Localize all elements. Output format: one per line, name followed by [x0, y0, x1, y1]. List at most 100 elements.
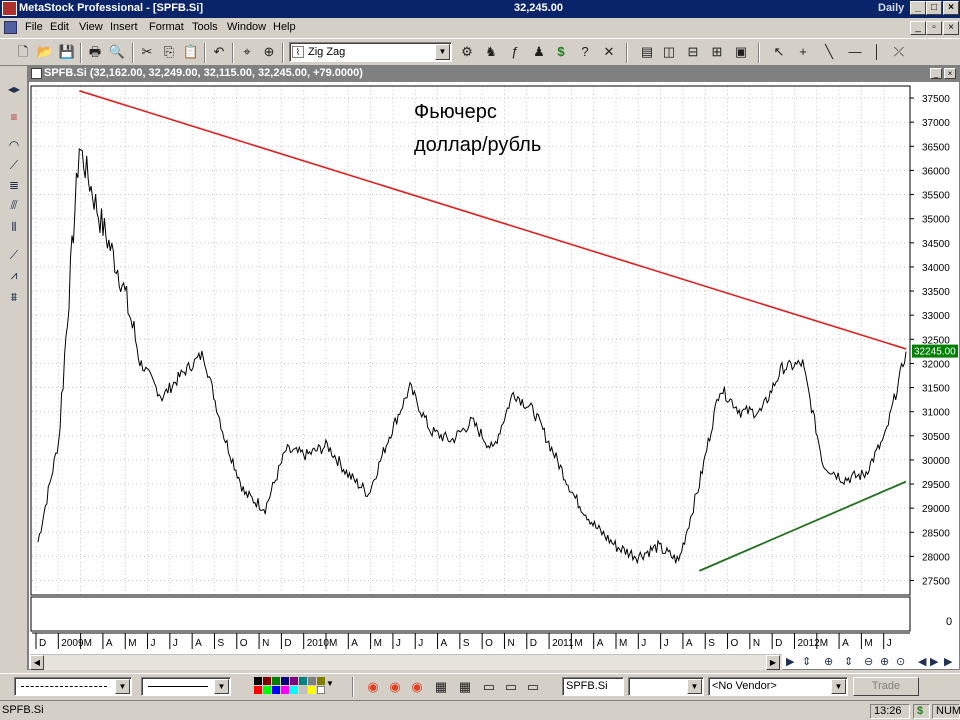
- vendor-select[interactable]: <No Vendor> ▼: [708, 677, 848, 696]
- scroll-next-icon[interactable]: ▶: [786, 655, 794, 668]
- palette-chevron-down-icon[interactable]: ▼: [326, 679, 334, 688]
- chevron-down-icon[interactable]: ▼: [115, 679, 130, 694]
- trade-button[interactable]: Trade: [853, 677, 919, 696]
- vertical-line-icon[interactable]: │: [868, 43, 886, 61]
- layout-icon-2[interactable]: ▭: [502, 678, 520, 696]
- page-left-icon[interactable]: ◀: [918, 655, 926, 668]
- fan-icon[interactable]: ⟋: [4, 156, 24, 174]
- explorer-icon[interactable]: ?: [576, 43, 594, 61]
- jump-end-icon[interactable]: ▶: [944, 655, 952, 668]
- zoom-in-icon[interactable]: ⊕: [824, 655, 833, 668]
- regression-icon[interactable]: ⫻: [4, 196, 24, 214]
- maximize-button[interactable]: □: [926, 1, 942, 15]
- tile-grid-icon[interactable]: ⊞: [708, 43, 726, 61]
- swatch-olive[interactable]: [317, 677, 325, 685]
- zoom-full-icon[interactable]: ⊙: [896, 655, 905, 668]
- scroll-arrows-icon[interactable]: ◂▸: [4, 80, 24, 98]
- swatch-yellow[interactable]: [308, 686, 316, 694]
- chrome-icon-2[interactable]: ◉: [386, 678, 404, 696]
- menu-file[interactable]: File: [25, 21, 43, 33]
- swatch-purple[interactable]: [290, 677, 298, 685]
- indicator-builder-icon[interactable]: ⚙: [458, 43, 476, 61]
- swatch-red[interactable]: [254, 686, 262, 694]
- formula-icon[interactable]: ƒ: [506, 43, 524, 61]
- app-icon[interactable]: [2, 1, 17, 16]
- close-button[interactable]: ×: [943, 1, 959, 15]
- calendar-icon-1[interactable]: ▦: [432, 678, 450, 696]
- zoom-reset-icon[interactable]: ⊕: [880, 655, 889, 668]
- chart-minimize-button[interactable]: _: [930, 68, 942, 79]
- menu-help[interactable]: Help: [273, 21, 296, 33]
- calendar-icon-2[interactable]: ▦: [456, 678, 474, 696]
- system-tester-icon[interactable]: ♟: [530, 43, 548, 61]
- undo-icon[interactable]: ↶: [210, 43, 228, 61]
- new-document-icon[interactable]: 🗋: [14, 43, 32, 61]
- tools-icon[interactable]: ✕: [600, 43, 618, 61]
- menu-format[interactable]: Format: [149, 21, 184, 33]
- chevron-down-icon[interactable]: ▼: [687, 679, 702, 694]
- swatch-blue[interactable]: [272, 686, 280, 694]
- swatch-lime[interactable]: [263, 686, 271, 694]
- retracement-icon[interactable]: ≣: [4, 176, 24, 194]
- chrome-icon-1[interactable]: ◉: [364, 678, 382, 696]
- color-palette[interactable]: ▼: [254, 677, 334, 695]
- price-chart[interactable]: 27500 28000 28500 29000 29500 30000 30500 31000…: [28, 82, 960, 670]
- delete-objects-icon[interactable]: ⤫: [890, 43, 908, 61]
- layout-icon-3[interactable]: ▭: [524, 678, 542, 696]
- swatch-maroon[interactable]: [263, 677, 271, 685]
- zoom-icon[interactable]: ⊕: [260, 43, 278, 61]
- chrome-icon-3[interactable]: ◉: [408, 678, 426, 696]
- chart-scrollbar[interactable]: ◀ ▶: [30, 654, 782, 670]
- menu-tools[interactable]: Tools: [192, 21, 218, 33]
- swatch-silver[interactable]: [299, 686, 307, 694]
- horizontal-line-icon[interactable]: —: [846, 43, 864, 61]
- zoom-out-icon[interactable]: ⊖: [864, 655, 873, 668]
- menu-edit[interactable]: Edit: [50, 21, 69, 33]
- cut-icon[interactable]: ✂: [138, 43, 156, 61]
- window-options-icon[interactable]: ▣: [732, 43, 750, 61]
- line-studies-icon[interactable]: ≡: [4, 108, 24, 126]
- pointer-icon[interactable]: ↖: [770, 43, 788, 61]
- tile-horizontal-icon[interactable]: ⊟: [684, 43, 702, 61]
- cascade-icon[interactable]: ▤: [638, 43, 656, 61]
- swatch-navy[interactable]: [281, 677, 289, 685]
- layout-icon-1[interactable]: ▭: [480, 678, 498, 696]
- menu-view[interactable]: View: [79, 21, 103, 33]
- swatch-magenta[interactable]: [281, 686, 289, 694]
- swatch-gray[interactable]: [308, 677, 316, 685]
- scroll-left-icon[interactable]: ◀: [30, 655, 44, 670]
- line-weight-select[interactable]: ▼: [141, 677, 231, 696]
- print-icon[interactable]: 🖶: [86, 43, 104, 61]
- mdi-restore-button[interactable]: ▫: [926, 21, 942, 35]
- tile-vertical-icon[interactable]: ◫: [660, 43, 678, 61]
- crosshair-icon[interactable]: ⌖: [238, 43, 256, 61]
- open-folder-icon[interactable]: 📂: [36, 43, 54, 61]
- trend-channel-icon[interactable]: ⟋: [4, 246, 24, 264]
- cross-cursor-icon[interactable]: +: [794, 43, 812, 61]
- chevron-down-icon[interactable]: ▼: [435, 44, 450, 60]
- paste-icon[interactable]: 📋: [182, 43, 200, 61]
- period-select[interactable]: ▼: [628, 677, 704, 696]
- speed-lines-icon[interactable]: ⩘: [4, 266, 24, 284]
- mdi-close-button[interactable]: ×: [943, 21, 959, 35]
- expert-advisor-icon[interactable]: ♞: [482, 43, 500, 61]
- line-style-select[interactable]: ▼: [14, 677, 132, 696]
- symbol-field[interactable]: SPFB.Si: [562, 677, 624, 696]
- indicator-select[interactable]: ⌇ Zig Zag ▼: [289, 42, 452, 62]
- cycle-lines-icon[interactable]: ⦀: [4, 218, 24, 236]
- swatch-cyan[interactable]: [290, 686, 298, 694]
- swatch-black[interactable]: [254, 677, 262, 685]
- swatch-green[interactable]: [272, 677, 280, 685]
- dollar-icon[interactable]: $: [552, 43, 570, 61]
- gann-grid-icon[interactable]: ⩩: [4, 288, 24, 306]
- chart-close-button[interactable]: ×: [944, 68, 956, 79]
- swatch-white[interactable]: [317, 686, 325, 694]
- mdi-minimize-button[interactable]: _: [910, 21, 926, 35]
- minimize-button[interactable]: _: [910, 1, 926, 15]
- page-right-icon[interactable]: ▶: [930, 655, 938, 668]
- chevron-down-icon[interactable]: ▼: [214, 679, 229, 694]
- menu-window[interactable]: Window: [227, 21, 266, 33]
- swatch-teal[interactable]: [299, 677, 307, 685]
- chevron-down-icon[interactable]: ▼: [831, 679, 846, 694]
- save-icon[interactable]: 💾: [58, 43, 76, 61]
